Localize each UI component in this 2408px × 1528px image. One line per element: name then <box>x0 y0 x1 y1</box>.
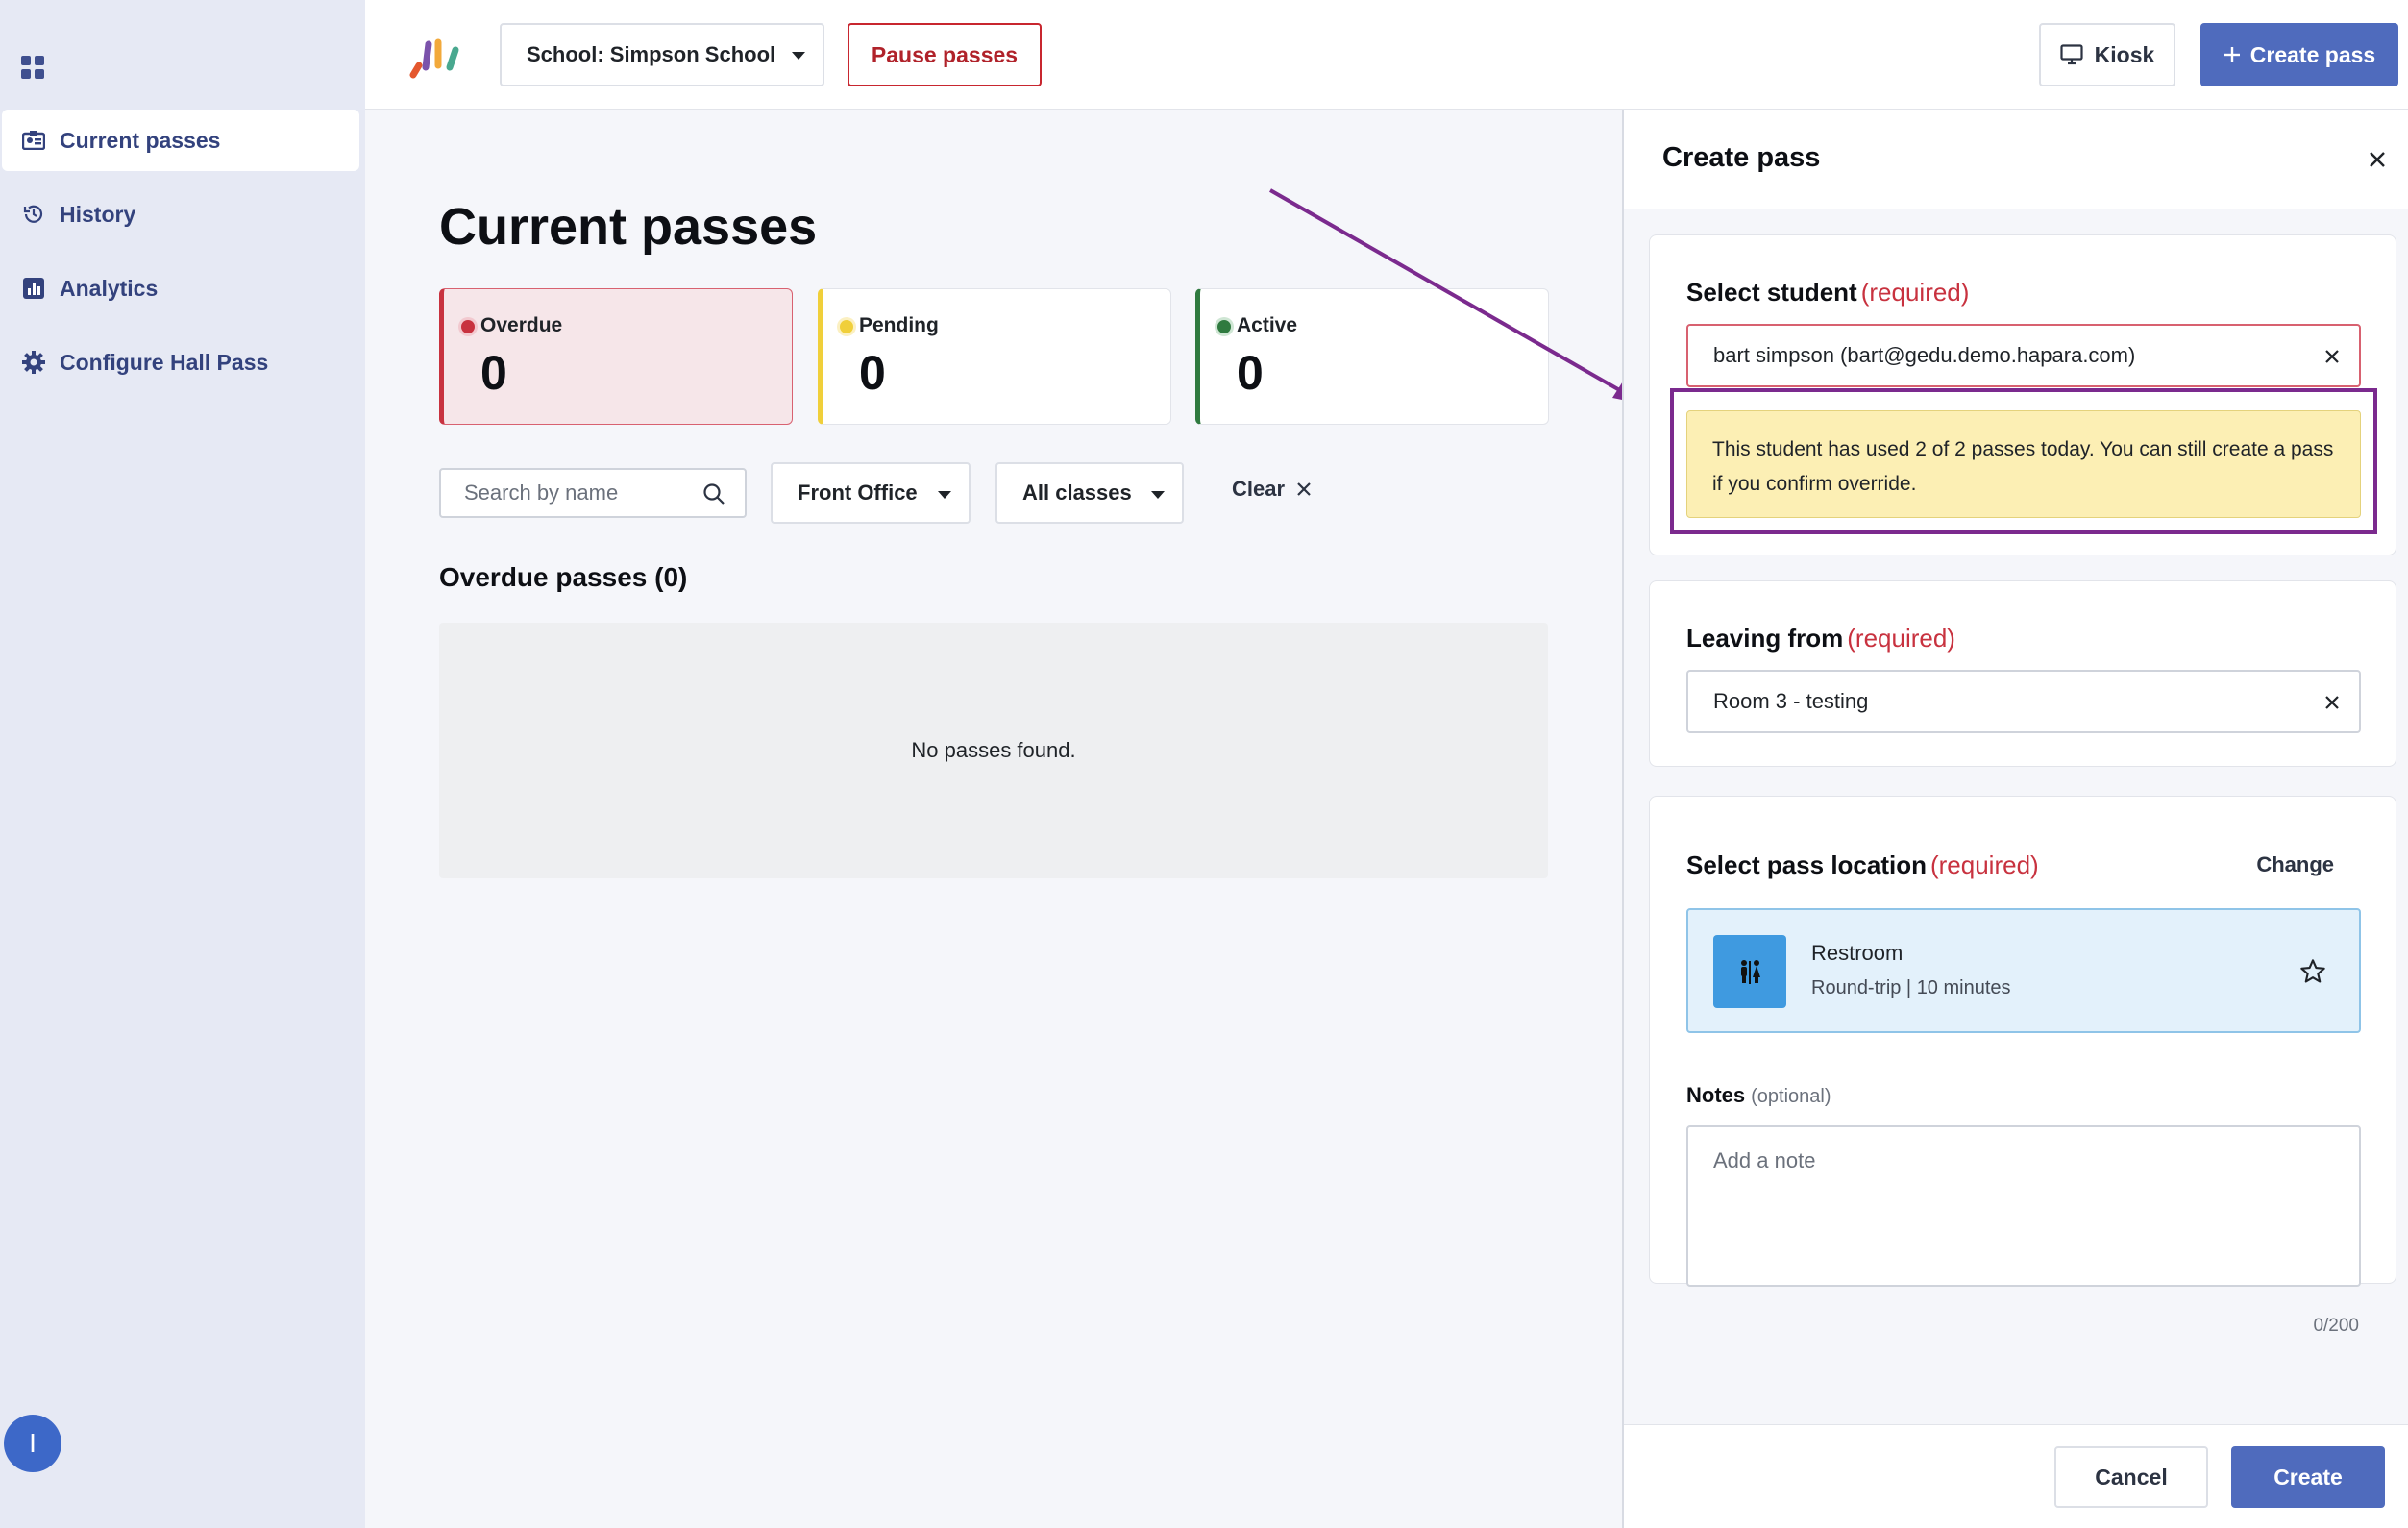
select-student-label-text: Select student <box>1686 278 1857 307</box>
pass-location-label: Select pass location (required) <box>1686 850 2039 880</box>
pass-location-card: Select pass location (required) Change Re… <box>1649 796 2396 1336</box>
create-pass-label: Create pass <box>2249 41 2376 67</box>
active-status-dot <box>1217 320 1231 333</box>
history-icon <box>21 202 46 227</box>
empty-passes-box: No passes found. <box>439 623 1548 878</box>
select-student-label: Select student (required) <box>1686 278 1969 308</box>
annotation-arrow <box>1269 188 1641 404</box>
star-icon[interactable] <box>2299 958 2326 985</box>
apps-grid-icon[interactable] <box>21 56 44 79</box>
sidebar: Current passes History Analytics Configu… <box>0 0 365 1528</box>
pending-stat-card[interactable]: Pending 0 <box>818 288 1171 425</box>
create-pass-button[interactable]: Create pass <box>2200 23 2398 86</box>
search-box <box>439 468 747 518</box>
app-logo-icon <box>409 38 459 79</box>
leaving-from-label-text: Leaving from <box>1686 624 1844 653</box>
leaving-from-label: Leaving from (required) <box>1686 624 1955 653</box>
overdue-count: 0 <box>480 346 507 400</box>
required-marker: (required) <box>1860 278 1970 307</box>
close-icon <box>1297 482 1311 496</box>
clear-leaving-from-icon[interactable] <box>2322 693 2342 712</box>
search-icon[interactable] <box>702 482 725 505</box>
sidebar-item-analytics[interactable]: Analytics <box>2 258 359 319</box>
create-button[interactable]: Create <box>2231 1446 2385 1508</box>
avatar[interactable]: I <box>4 1415 61 1472</box>
leaving-from-value: Room 3 - testing <box>1713 689 1869 713</box>
panel-footer: Cancel Create <box>1624 1424 2408 1528</box>
notes-label-text: Notes <box>1686 1083 1746 1107</box>
notes-box <box>1686 1125 2361 1287</box>
pause-passes-button[interactable]: Pause passes <box>848 23 1042 86</box>
school-select[interactable]: School: Simpson School <box>500 23 824 86</box>
overdue-stat-card[interactable]: Overdue 0 <box>439 288 793 425</box>
kiosk-button[interactable]: Kiosk <box>2039 23 2175 86</box>
plus-icon <box>2224 47 2240 62</box>
clear-filters-button[interactable]: Clear <box>1232 477 1312 502</box>
sidebar-item-label: Current passes <box>60 127 221 153</box>
clear-student-icon[interactable] <box>2322 347 2342 366</box>
pass-location-label-text: Select pass location <box>1686 850 1927 879</box>
overdue-section-title: Overdue passes (0) <box>439 562 688 592</box>
school-select-value: School: Simpson School <box>527 42 776 66</box>
top-bar: School: Simpson School Pause passes Kios… <box>365 0 2408 110</box>
close-icon[interactable] <box>2366 148 2389 171</box>
overdue-status-dot <box>461 320 475 333</box>
chevron-down-icon <box>792 52 805 60</box>
pending-count: 0 <box>859 346 886 400</box>
clear-label: Clear <box>1232 477 1286 501</box>
pending-status-dot <box>840 320 853 333</box>
notes-label: Notes (optional) <box>1686 1083 1831 1108</box>
chevron-down-icon <box>1151 491 1165 499</box>
optional-marker: (optional) <box>1751 1086 1831 1107</box>
page-title: Current passes <box>439 198 818 256</box>
empty-message: No passes found. <box>911 738 1076 762</box>
change-location-button[interactable]: Change <box>2256 852 2334 877</box>
restroom-icon <box>1713 935 1786 1008</box>
required-marker: (required) <box>1847 624 1955 653</box>
student-field[interactable]: bart simpson (bart@gedu.demo.hapara.com) <box>1686 324 2361 387</box>
cancel-button[interactable]: Cancel <box>2054 1446 2208 1508</box>
sidebar-item-history[interactable]: History <box>2 184 359 245</box>
selected-location-card[interactable]: Restroom Round-trip | 10 minutes <box>1686 908 2361 1033</box>
sidebar-item-label: History <box>60 201 136 227</box>
location-filter-select[interactable]: Front Office <box>771 462 971 524</box>
pending-label: Pending <box>859 314 939 336</box>
sidebar-item-configure[interactable]: Configure Hall Pass <box>2 332 359 393</box>
required-marker: (required) <box>1929 850 2039 879</box>
search-input[interactable] <box>441 470 745 516</box>
gear-icon <box>21 350 46 375</box>
classes-filter-value: All classes <box>1022 481 1132 505</box>
location-details: Round-trip | 10 minutes <box>1811 977 2011 998</box>
chevron-down-icon <box>938 491 951 499</box>
classes-filter-select[interactable]: All classes <box>995 462 1184 524</box>
monitor-icon <box>2060 44 2083 65</box>
location-filter-value: Front Office <box>798 481 918 505</box>
chart-icon <box>21 276 46 301</box>
kiosk-label: Kiosk <box>2094 41 2155 67</box>
badge-icon <box>21 128 46 153</box>
panel-title: Create pass <box>1662 142 1821 173</box>
location-name: Restroom <box>1811 941 1904 965</box>
leaving-from-card: Leaving from (required) Room 3 - testing <box>1649 580 2396 767</box>
sidebar-item-current-passes[interactable]: Current passes <box>2 110 359 171</box>
sidebar-item-label: Configure Hall Pass <box>60 349 269 375</box>
panel-header: Create pass <box>1624 110 2408 209</box>
annotation-highlight-box <box>1670 388 2377 534</box>
student-value: bart simpson (bart@gedu.demo.hapara.com) <box>1713 343 2136 367</box>
sidebar-item-label: Analytics <box>60 275 159 301</box>
create-pass-panel: Create pass Select student (required) bar… <box>1622 110 2408 1528</box>
overdue-label: Overdue <box>480 314 563 336</box>
notes-counter: 0/200 <box>2313 1316 2359 1336</box>
notes-textarea[interactable] <box>1688 1127 2359 1285</box>
leaving-from-field[interactable]: Room 3 - testing <box>1686 670 2361 733</box>
